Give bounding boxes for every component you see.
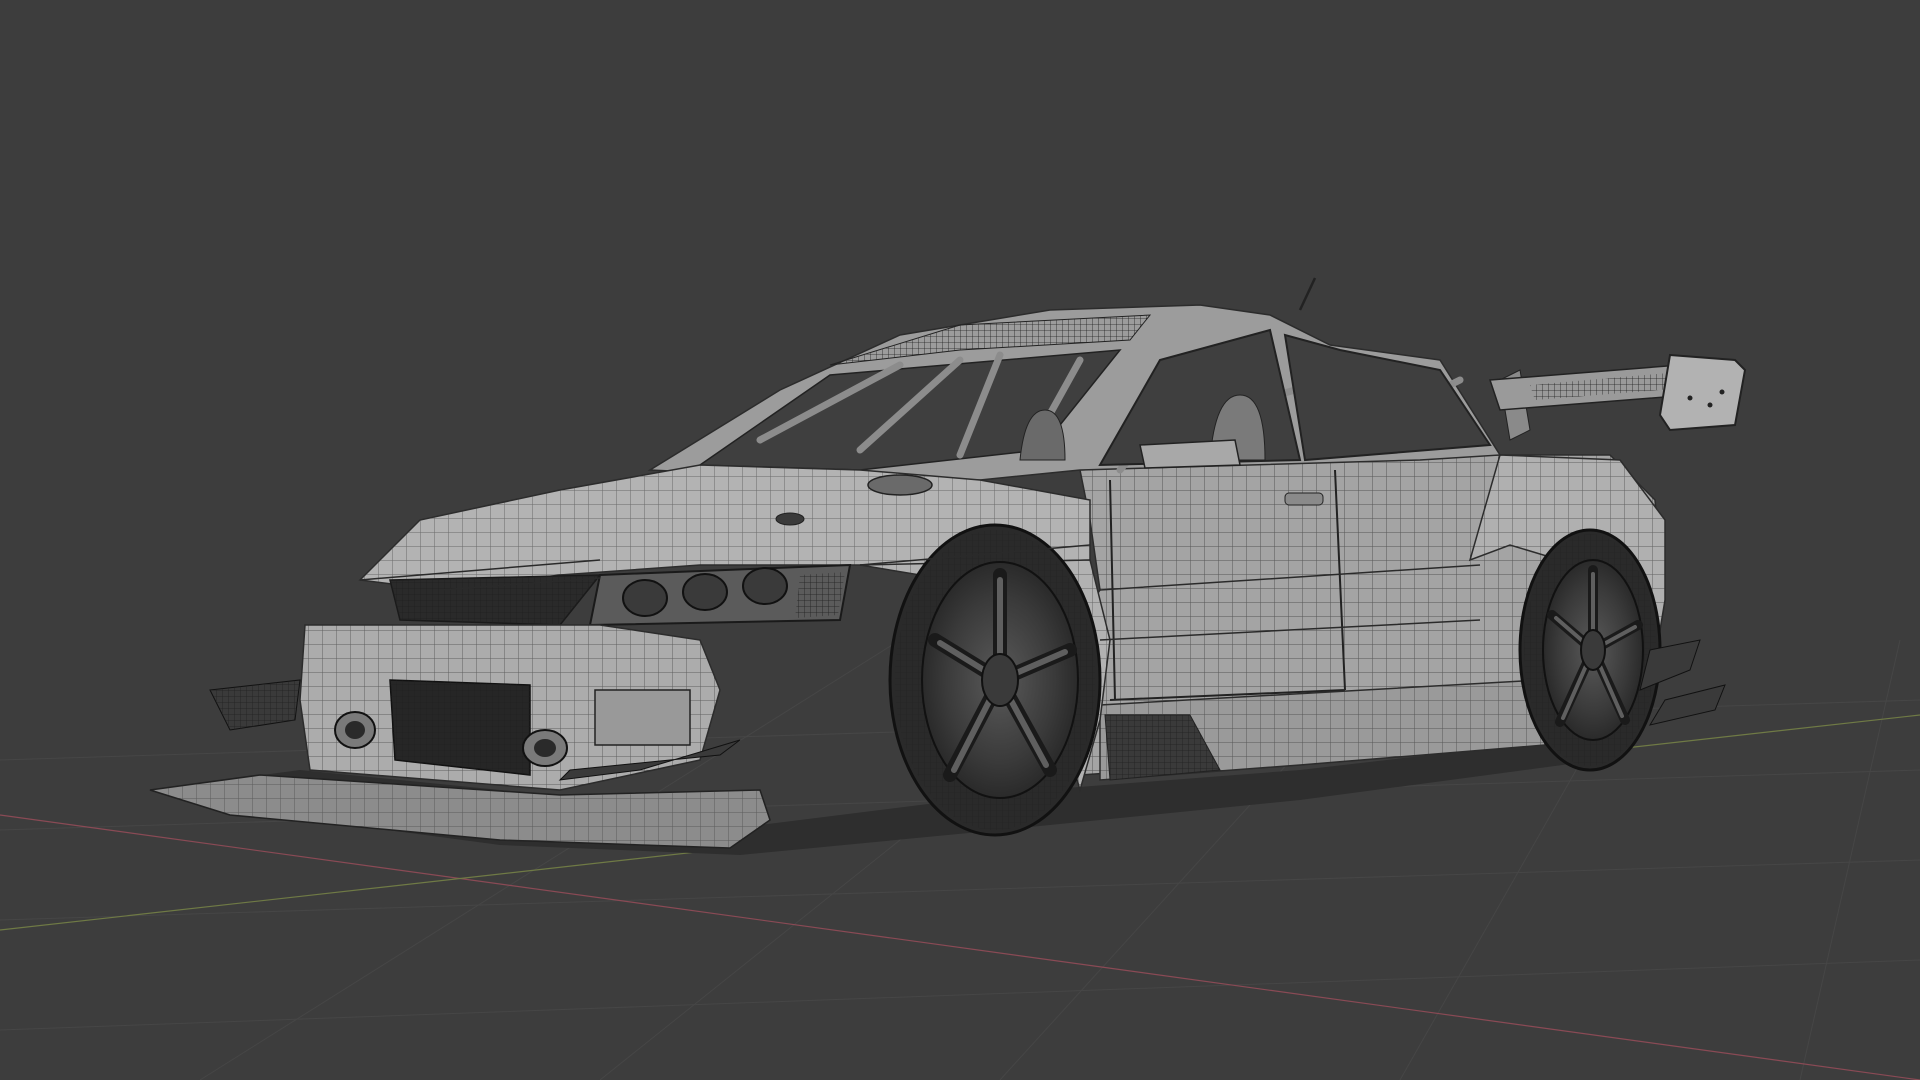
rear-wheel — [1518, 528, 1662, 772]
hood-pin — [775, 512, 805, 526]
rear-diffuser — [1639, 639, 1726, 726]
x-axis-line — [0, 814, 1920, 1080]
wing-endplate — [1658, 353, 1747, 432]
viewport-scene[interactable] — [0, 0, 1920, 1080]
car-model[interactable] — [149, 277, 1747, 855]
3d-viewport[interactable] — [0, 0, 1920, 1080]
door-handle — [1284, 492, 1324, 506]
headlight-lens-2 — [682, 573, 728, 611]
tow-plate — [594, 689, 691, 746]
headlight-lens-3 — [742, 567, 788, 605]
side-mirror — [1139, 439, 1241, 469]
front-wheel — [888, 523, 1102, 837]
rear-wing — [1488, 353, 1747, 441]
headlight-lens-1 — [622, 579, 668, 617]
roof-antenna — [1298, 277, 1317, 311]
hood-scoop — [867, 474, 933, 496]
